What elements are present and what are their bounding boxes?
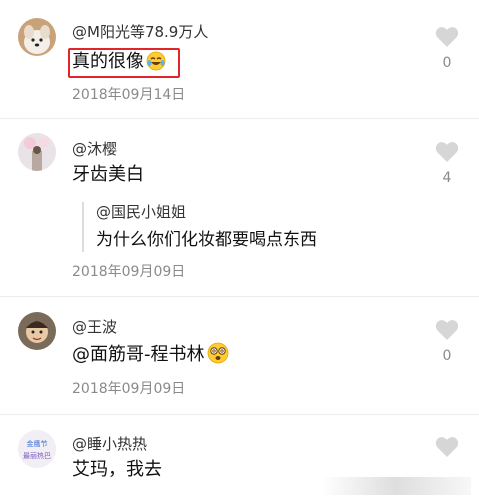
heart-icon (435, 142, 459, 162)
like-count: 0 (442, 348, 452, 364)
like-button[interactable]: 0 (435, 319, 459, 364)
comment-date: 2018年09月09日 (72, 381, 186, 397)
comment-username[interactable]: @M阳光等78.9万人 (72, 22, 208, 42)
heart-icon (435, 27, 459, 47)
comment-date: 2018年09月09日 (72, 264, 186, 280)
highlight-box (68, 48, 180, 78)
reply-username[interactable]: @国民小姐姐 (96, 202, 317, 222)
mention-link[interactable]: @面筋哥-程书林 (72, 344, 205, 365)
avatar[interactable]: 金鹰节 最丽热巴 (18, 430, 56, 468)
heart-icon (435, 320, 459, 340)
divider (0, 118, 479, 119)
avatar-graphic: 金鹰节 最丽热巴 (18, 430, 56, 468)
comment-username[interactable]: @沐樱 (72, 139, 117, 159)
svg-text:最丽热巴: 最丽热巴 (23, 451, 51, 460)
svg-text:金鹰节: 金鹰节 (27, 439, 48, 448)
avatar[interactable] (18, 312, 56, 350)
reply-quote: @国民小姐姐 为什么你们化妆都要喝点东西 (82, 202, 317, 252)
comment-text: 艾玛，我去 (72, 459, 162, 480)
divider (0, 414, 479, 415)
comment-username[interactable]: @王波 (72, 317, 117, 337)
comment-text: 牙齿美白 (72, 164, 144, 185)
reply-text: 为什么你们化妆都要喝点东西 (96, 230, 317, 250)
heart-icon (435, 437, 459, 457)
dizzy-face-icon (207, 342, 229, 371)
like-count: 4 (442, 170, 452, 186)
like-button[interactable]: 4 (435, 141, 459, 186)
like-button[interactable]: 0 (435, 26, 459, 71)
divider (0, 296, 479, 297)
like-button[interactable] (435, 436, 459, 458)
comment-date: 2018年09月14日 (72, 87, 186, 103)
comment-text: @面筋哥-程书林 (72, 342, 229, 371)
watermark (321, 477, 471, 495)
avatar[interactable] (18, 133, 56, 171)
comment-username[interactable]: @睡小热热 (72, 434, 147, 454)
avatar[interactable] (18, 18, 56, 56)
like-count: 0 (442, 55, 452, 71)
